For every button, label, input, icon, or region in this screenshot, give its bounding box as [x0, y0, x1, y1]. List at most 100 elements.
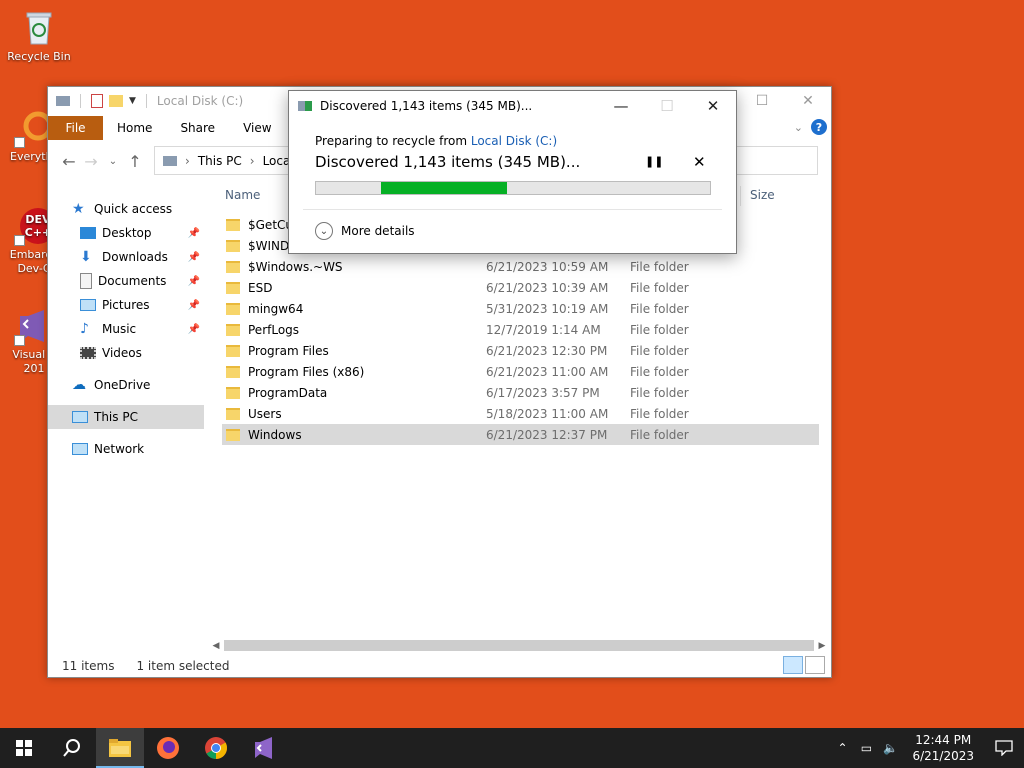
clock-date: 6/21/2023	[912, 749, 974, 763]
network-disconnected-icon[interactable]: ▭	[854, 728, 878, 768]
expand-ribbon-icon[interactable]: ⌄	[794, 121, 803, 134]
nav-item-onedrive[interactable]: ☁ OneDrive	[48, 373, 204, 397]
status-bar: 11 items 1 item selected	[62, 659, 229, 673]
clock[interactable]: 12:44 PM 6/21/2023	[902, 732, 984, 764]
chevron-up-icon[interactable]: ⌃	[830, 728, 854, 768]
nav-item-videos[interactable]: Videos	[48, 341, 204, 365]
file-row[interactable]: Program Files 6/21/2023 12:30 PM File fold…	[222, 340, 819, 361]
search-button[interactable]	[48, 728, 96, 768]
pause-icon[interactable]: ❚❚	[645, 155, 663, 168]
nav-item-network[interactable]: Network	[48, 437, 204, 461]
cloud-icon: ☁	[72, 377, 86, 393]
folder-icon	[109, 739, 131, 757]
customize-qat-icon[interactable]: ▼	[129, 96, 136, 106]
item-count: 11 items	[62, 659, 115, 673]
properties-icon[interactable]	[91, 94, 103, 108]
volume-muted-icon[interactable]: 🔈	[878, 728, 902, 768]
computer-icon	[163, 155, 177, 166]
pin-icon[interactable]: 📌	[188, 324, 200, 335]
forward-arrow-icon[interactable]: →	[80, 150, 102, 172]
video-icon	[80, 347, 96, 359]
maximize-button[interactable]: ☐	[739, 87, 785, 115]
desktop-icon-label: Recycle Bin	[7, 50, 71, 63]
tab-home[interactable]: Home	[103, 116, 166, 140]
help-icon[interactable]: ?	[811, 119, 827, 135]
file-row[interactable]: mingw64 5/31/2023 10:19 AM File folder	[222, 298, 819, 319]
folder-icon	[226, 344, 240, 357]
scrollbar-thumb[interactable]	[224, 640, 814, 651]
horizontal-scrollbar[interactable]: ◀ ▶	[208, 637, 830, 654]
navigation-pane: ★ Quick access Desktop 📌 ⬇ Downloads 📌 D…	[48, 197, 204, 461]
shortcut-arrow-icon	[14, 235, 25, 246]
taskbar-visual-studio[interactable]	[240, 728, 288, 768]
recycle-bin-icon	[19, 8, 59, 48]
scroll-left-icon[interactable]: ◀	[208, 637, 224, 654]
breadcrumb-this-pc[interactable]: This PC	[198, 154, 242, 168]
desktop-folder-icon	[80, 227, 96, 239]
file-row[interactable]: ESD 6/21/2023 10:39 AM File folder	[222, 277, 819, 298]
firefox-icon	[157, 737, 179, 759]
file-row[interactable]: ProgramData 6/17/2023 3:57 PM File folder	[222, 382, 819, 403]
dialog-minimize-button[interactable]: —	[598, 91, 644, 121]
chevron-down-icon: ⌄	[315, 222, 333, 240]
pin-icon[interactable]: 📌	[188, 276, 200, 287]
chrome-icon	[205, 737, 227, 759]
notification-center-button[interactable]	[984, 728, 1024, 768]
source-link[interactable]: Local Disk (C:)	[471, 134, 557, 148]
cancel-icon[interactable]: ✕	[693, 153, 706, 171]
nav-item-this-pc[interactable]: This PC	[48, 405, 204, 429]
recent-locations-icon[interactable]: ⌄	[102, 150, 124, 172]
tab-file[interactable]: File	[48, 116, 103, 140]
column-header-name[interactable]: Name	[225, 188, 260, 202]
shortcut-arrow-icon	[14, 335, 25, 346]
nav-item-pictures[interactable]: Pictures 📌	[48, 293, 204, 317]
start-button[interactable]	[0, 728, 48, 768]
notification-icon	[995, 740, 1013, 756]
file-row[interactable]: Users 5/18/2023 11:00 AM File folder	[222, 403, 819, 424]
dialog-maximize-button: ☐	[660, 97, 674, 115]
large-icons-view-icon[interactable]	[805, 656, 825, 674]
details-view-icon[interactable]	[783, 656, 803, 674]
nav-item-documents[interactable]: Documents 📌	[48, 269, 204, 293]
up-arrow-icon[interactable]: ↑	[124, 150, 146, 172]
taskbar-file-explorer[interactable]	[96, 728, 144, 768]
nav-item-quick-access[interactable]: ★ Quick access	[48, 197, 204, 221]
close-button[interactable]: ✕	[785, 87, 831, 115]
back-arrow-icon[interactable]: ←	[58, 150, 80, 172]
new-folder-icon[interactable]	[109, 95, 123, 107]
file-row[interactable]: $Windows.~WS 6/21/2023 10:59 AM File folde…	[222, 256, 819, 277]
visual-studio-icon	[255, 737, 272, 759]
nav-item-downloads[interactable]: ⬇ Downloads 📌	[48, 245, 204, 269]
progress-bar	[315, 181, 711, 195]
search-icon	[63, 739, 80, 757]
folder-icon	[226, 239, 240, 252]
more-details-button[interactable]: ⌄ More details	[315, 222, 415, 240]
nav-item-music[interactable]: ♪ Music 📌	[48, 317, 204, 341]
file-row[interactable]: PerfLogs 12/7/2019 1:14 AM File folder	[222, 319, 819, 340]
nav-item-desktop[interactable]: Desktop 📌	[48, 221, 204, 245]
dialog-close-button[interactable]: ✕	[690, 91, 736, 121]
window-title: Local Disk (C:)	[156, 94, 244, 108]
document-icon	[80, 273, 92, 289]
shortcut-arrow-icon	[14, 137, 25, 148]
taskbar-chrome[interactable]	[192, 728, 240, 768]
pin-icon[interactable]: 📌	[188, 300, 200, 311]
tab-share[interactable]: Share	[166, 116, 229, 140]
desktop-icon-recycle-bin[interactable]: Recycle Bin	[1, 8, 77, 63]
file-row-selected[interactable]: Windows 6/21/2023 12:37 PM File folder	[222, 424, 819, 445]
taskbar-firefox[interactable]	[144, 728, 192, 768]
folder-icon	[226, 323, 240, 336]
pictures-icon	[80, 299, 96, 311]
tab-view[interactable]: View	[229, 116, 285, 140]
dialog-status: Discovered 1,143 items (345 MB)...	[315, 153, 581, 171]
pin-icon[interactable]: 📌	[188, 228, 200, 239]
download-icon: ⬇	[80, 249, 92, 265]
folder-icon	[226, 260, 240, 273]
windows-logo-icon	[16, 740, 32, 756]
scroll-right-icon[interactable]: ▶	[814, 637, 830, 654]
column-header-size[interactable]: Size	[750, 188, 775, 202]
pin-icon[interactable]: 📌	[188, 252, 200, 263]
file-row[interactable]: Program Files (x86) 6/21/2023 11:00 AM Fil…	[222, 361, 819, 382]
folder-icon	[226, 218, 240, 231]
dialog-subtitle: Preparing to recycle from Local Disk (C:…	[315, 134, 558, 148]
